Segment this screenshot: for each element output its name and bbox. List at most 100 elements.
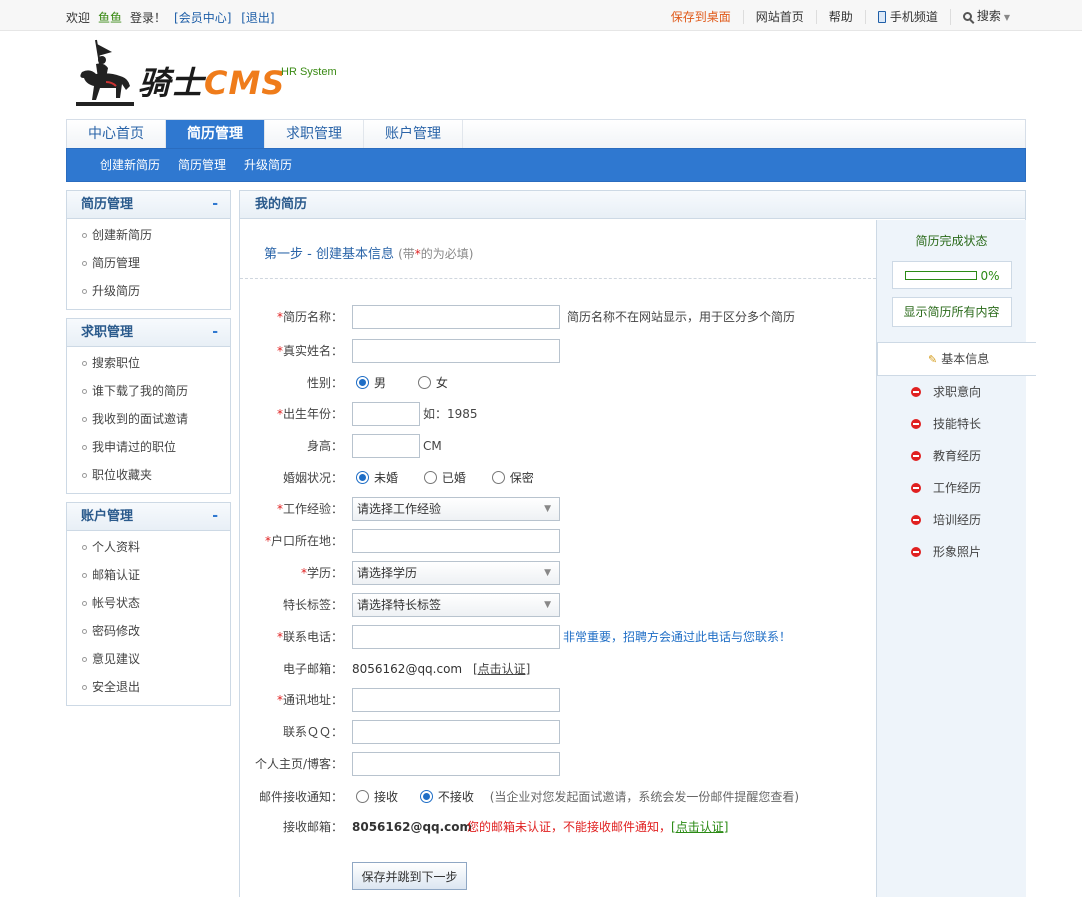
receive-email-value: 8056162@qq.com: [352, 820, 473, 834]
sidebar-group-title: 简历管理: [81, 197, 134, 212]
sidebar-item-interview-invites[interactable]: 我收到的面试邀请: [67, 405, 230, 433]
row-education: *学历： 请选择学历 ▼: [240, 561, 876, 585]
sidebar-group-header[interactable]: 简历管理 -: [67, 191, 230, 219]
member-center-link[interactable]: [会员中心]: [174, 11, 231, 25]
tab-account-manage[interactable]: 账户管理: [364, 120, 463, 148]
phone-input[interactable]: [352, 625, 560, 649]
step-skills[interactable]: 技能特长: [877, 408, 1026, 440]
marital-secret-radio[interactable]: 保密: [491, 471, 534, 485]
row-phone: *联系电话： 非常重要，招聘方会通过此电话与您联系！: [240, 625, 876, 649]
sidebar-item-create-resume[interactable]: 创建新简历: [67, 221, 230, 249]
sidebar-item-label: 升级简历: [92, 284, 141, 298]
step-photo[interactable]: 形象照片: [877, 536, 1026, 568]
sidebar-item-account-status[interactable]: 帐号状态: [67, 589, 230, 617]
tags-select[interactable]: 请选择特长标签 ▼: [352, 593, 560, 617]
gender-female-radio[interactable]: 女: [417, 376, 448, 390]
collapse-icon[interactable]: -: [212, 191, 218, 218]
bullet-icon: [82, 545, 87, 550]
step-heading: 第一步 - 创建基本信息 (带*的为必填): [264, 243, 473, 262]
sidebar-item-label: 意见建议: [92, 652, 141, 666]
incomplete-icon: [911, 547, 921, 557]
gender-radios: 男 女: [356, 371, 470, 395]
sidebar-item-label: 我申请过的职位: [92, 440, 177, 454]
required-note: (带*的为必填): [398, 247, 473, 261]
tab-resume-manage[interactable]: 简历管理: [166, 120, 265, 149]
field-label: 邮件接收通知：: [258, 790, 343, 804]
resume-name-input[interactable]: [352, 305, 560, 329]
subnav-resume-manage[interactable]: 简历管理: [160, 149, 226, 181]
sidebar-item-upgrade-resume[interactable]: 升级简历: [67, 277, 230, 305]
height-input[interactable]: [352, 434, 420, 458]
sidebar-group-header[interactable]: 账户管理 -: [67, 503, 230, 531]
sidebar-item-profile[interactable]: 个人资料: [67, 533, 230, 561]
step-job-intention[interactable]: 求职意向: [877, 376, 1026, 408]
notify-accept-radio[interactable]: 接收: [356, 790, 398, 804]
mobile-channel-link[interactable]: 手机频道: [864, 10, 950, 24]
step-training[interactable]: 培训经历: [877, 504, 1026, 536]
sidebar: 简历管理 - 创建新简历 简历管理 升级简历 求职管理 - 搜索职位 谁下载了我的简…: [66, 190, 231, 714]
field-label: *通讯地址：: [276, 693, 343, 707]
subnav-create-resume[interactable]: 创建新简历: [67, 149, 160, 181]
sidebar-item-safe-logout[interactable]: 安全退出: [67, 673, 230, 701]
hukou-input[interactable]: [352, 529, 560, 553]
receive-email-warning: 您的邮箱未认证，不能接收邮件通知，[点击认证]: [467, 820, 729, 834]
sidebar-item-label: 安全退出: [92, 680, 141, 694]
sidebar-item-who-downloaded[interactable]: 谁下载了我的简历: [67, 377, 230, 405]
sidebar-item-email-verify[interactable]: 邮箱认证: [67, 561, 230, 589]
sidebar-item-change-password[interactable]: 密码修改: [67, 617, 230, 645]
row-address: *通讯地址：: [240, 688, 876, 712]
sidebar-item-label: 邮箱认证: [92, 568, 141, 582]
incomplete-icon: [911, 483, 921, 493]
qq-input[interactable]: [352, 720, 560, 744]
logo-subtitle: HR System: [281, 66, 337, 78]
row-email: 电子邮箱： 8056162@qq.com [点击认证]: [240, 657, 876, 681]
sidebar-item-search-jobs[interactable]: 搜索职位: [67, 349, 230, 377]
gender-male-radio[interactable]: 男: [356, 376, 386, 390]
experience-select[interactable]: 请选择工作经验 ▼: [352, 497, 560, 521]
sidebar-item-feedback[interactable]: 意见建议: [67, 645, 230, 673]
email-verify-link[interactable]: [点击认证]: [473, 657, 530, 681]
resume-status-panel: 简历完成状态 0% 显示简历所有内容 ✎ 基本信息 求职意向 技能特长 教育经历 …: [876, 220, 1036, 897]
collapse-icon[interactable]: -: [212, 503, 218, 530]
step-title: 第一步 - 创建基本信息: [264, 247, 394, 262]
education-select[interactable]: 请选择学历 ▼: [352, 561, 560, 585]
resume-panel: 我的简历 第一步 - 创建基本信息 (带*的为必填) *简历名称： 简历名称不在…: [239, 190, 1036, 897]
sidebar-group-account: 账户管理 - 个人资料 邮箱认证 帐号状态 密码修改 意见建议 安全退出: [66, 502, 231, 706]
step-education[interactable]: 教育经历: [877, 440, 1026, 472]
bullet-icon: [82, 445, 87, 450]
save-next-button[interactable]: 保存并跳到下一步: [352, 862, 467, 890]
search-dropdown[interactable]: 搜索 ▼: [949, 9, 1022, 25]
row-homepage: 个人主页/博客：: [240, 752, 876, 776]
panel-title: 我的简历: [240, 191, 1025, 219]
username[interactable]: 鱼鱼: [98, 11, 122, 25]
save-to-desktop-link[interactable]: 保存到桌面: [659, 10, 743, 24]
marital-single-radio[interactable]: 未婚: [356, 471, 398, 485]
show-all-button[interactable]: 显示简历所有内容: [891, 297, 1012, 327]
notify-reject-radio[interactable]: 不接收: [419, 790, 474, 804]
homepage-input[interactable]: [352, 752, 560, 776]
site-logo[interactable]: 骑士CMS HR System: [76, 38, 346, 113]
field-label: *户口所在地：: [264, 534, 343, 548]
sidebar-item-job-favorites[interactable]: 职位收藏夹: [67, 461, 230, 489]
sidebar-item-resume-manage[interactable]: 简历管理: [67, 249, 230, 277]
tab-center-home[interactable]: 中心首页: [67, 120, 166, 148]
top-bar: 欢迎 鱼鱼 登录！ [会员中心] [退出] 保存到桌面 网站首页 帮助 手机频道 搜索…: [0, 0, 1082, 31]
incomplete-icon: [911, 451, 921, 461]
address-input[interactable]: [352, 688, 560, 712]
real-name-input[interactable]: [352, 339, 560, 363]
help-link[interactable]: 帮助: [815, 10, 865, 24]
marital-married-radio[interactable]: 已婚: [423, 471, 466, 485]
field-label: *真实姓名：: [276, 344, 343, 358]
step-basic-info[interactable]: ✎ 基本信息: [877, 342, 1036, 376]
birth-year-input[interactable]: [352, 402, 420, 426]
site-home-link[interactable]: 网站首页: [742, 10, 816, 24]
sidebar-group-header[interactable]: 求职管理 -: [67, 319, 230, 347]
collapse-icon[interactable]: -: [212, 319, 218, 346]
sidebar-item-applied-jobs[interactable]: 我申请过的职位: [67, 433, 230, 461]
logout-link[interactable]: [退出]: [241, 11, 274, 25]
receive-email-verify-link[interactable]: [点击认证]: [671, 820, 728, 834]
welcome-text: 欢迎: [66, 11, 91, 25]
subnav-upgrade-resume[interactable]: 升级简历: [226, 149, 292, 181]
step-work[interactable]: 工作经历: [877, 472, 1026, 504]
tab-job-manage[interactable]: 求职管理: [265, 120, 364, 148]
